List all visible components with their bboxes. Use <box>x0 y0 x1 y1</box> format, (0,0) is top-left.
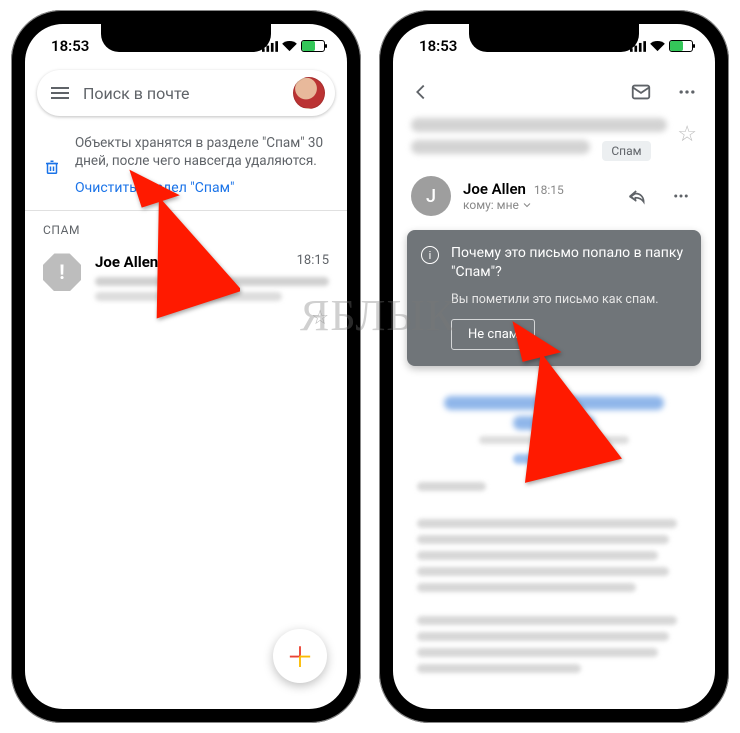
not-spam-button[interactable]: Не спам <box>451 319 535 350</box>
plus-icon: ＋ <box>286 636 314 676</box>
search-bar[interactable]: Поиск в почте <box>37 70 335 116</box>
sender-avatar[interactable]: J <box>411 176 451 216</box>
wifi-icon <box>282 41 297 52</box>
empty-spam-link[interactable]: Очистить раздел "Спам" <box>75 180 234 196</box>
mail-item[interactable]: ! Joe Allen 18:15 ☆ <box>25 243 347 329</box>
archive-icon[interactable] <box>621 72 661 112</box>
mail-subject-blur <box>95 277 329 286</box>
spam-banner: Объекты хранятся в разделе "Спам" 30 дне… <box>25 124 347 210</box>
screen-right: 18:53 <box>393 24 715 709</box>
reply-icon[interactable] <box>617 176 657 216</box>
spam-sender-icon: ! <box>43 253 81 291</box>
message-toolbar <box>393 68 715 116</box>
status-right <box>630 40 693 52</box>
mail-time: 18:15 <box>297 253 329 271</box>
battery-icon <box>301 40 325 52</box>
message-body-blur <box>393 376 715 690</box>
status-right <box>262 40 325 52</box>
mail-snippet-blur <box>95 292 282 301</box>
spam-explain-card: i Почему это письмо попало в папку "Спам… <box>407 230 701 366</box>
subject-blur-1 <box>411 118 667 132</box>
to-label: кому: мне <box>463 198 519 212</box>
compose-fab[interactable]: ＋ <box>273 629 327 683</box>
phone-left: 18:53 Поиск в почте Объекты хранятся в р… <box>11 10 361 723</box>
status-time: 18:53 <box>51 37 89 55</box>
notch <box>469 24 639 52</box>
star-icon[interactable]: ☆ <box>677 122 697 147</box>
more-icon[interactable] <box>667 72 707 112</box>
subject-blur-2 <box>411 140 590 154</box>
sender-name: Joe Allen <box>463 180 526 198</box>
hamburger-icon[interactable] <box>51 87 69 99</box>
sender-row: J Joe Allen 18:15 кому: мне <box>393 170 715 224</box>
mail-sender: Joe Allen <box>95 253 158 271</box>
info-icon: i <box>421 246 439 264</box>
chevron-down-icon[interactable] <box>521 199 533 211</box>
trash-icon <box>43 138 61 196</box>
star-icon[interactable]: ☆ <box>311 305 329 329</box>
phone-right: 18:53 <box>379 10 729 723</box>
screen-left: 18:53 Поиск в почте Объекты хранятся в р… <box>25 24 347 709</box>
banner-info-text: Объекты хранятся в разделе "Спам" 30 дне… <box>75 134 329 170</box>
sender-time: 18:15 <box>534 183 564 197</box>
subject-area: Спам ☆ <box>393 116 715 170</box>
search-placeholder: Поиск в почте <box>83 84 279 103</box>
battery-icon <box>669 40 693 52</box>
account-avatar[interactable] <box>293 77 325 109</box>
spam-card-title: Почему это письмо попало в папку "Спам"? <box>451 244 687 282</box>
back-button[interactable] <box>401 72 441 112</box>
status-time: 18:53 <box>419 37 457 55</box>
notch <box>101 24 271 52</box>
spam-card-sub: Вы пометили это письмо как спам. <box>451 292 687 307</box>
wifi-icon <box>650 41 665 52</box>
section-label: СПАМ <box>25 211 347 243</box>
spam-chip: Спам <box>602 141 650 161</box>
more-icon[interactable] <box>661 176 701 216</box>
